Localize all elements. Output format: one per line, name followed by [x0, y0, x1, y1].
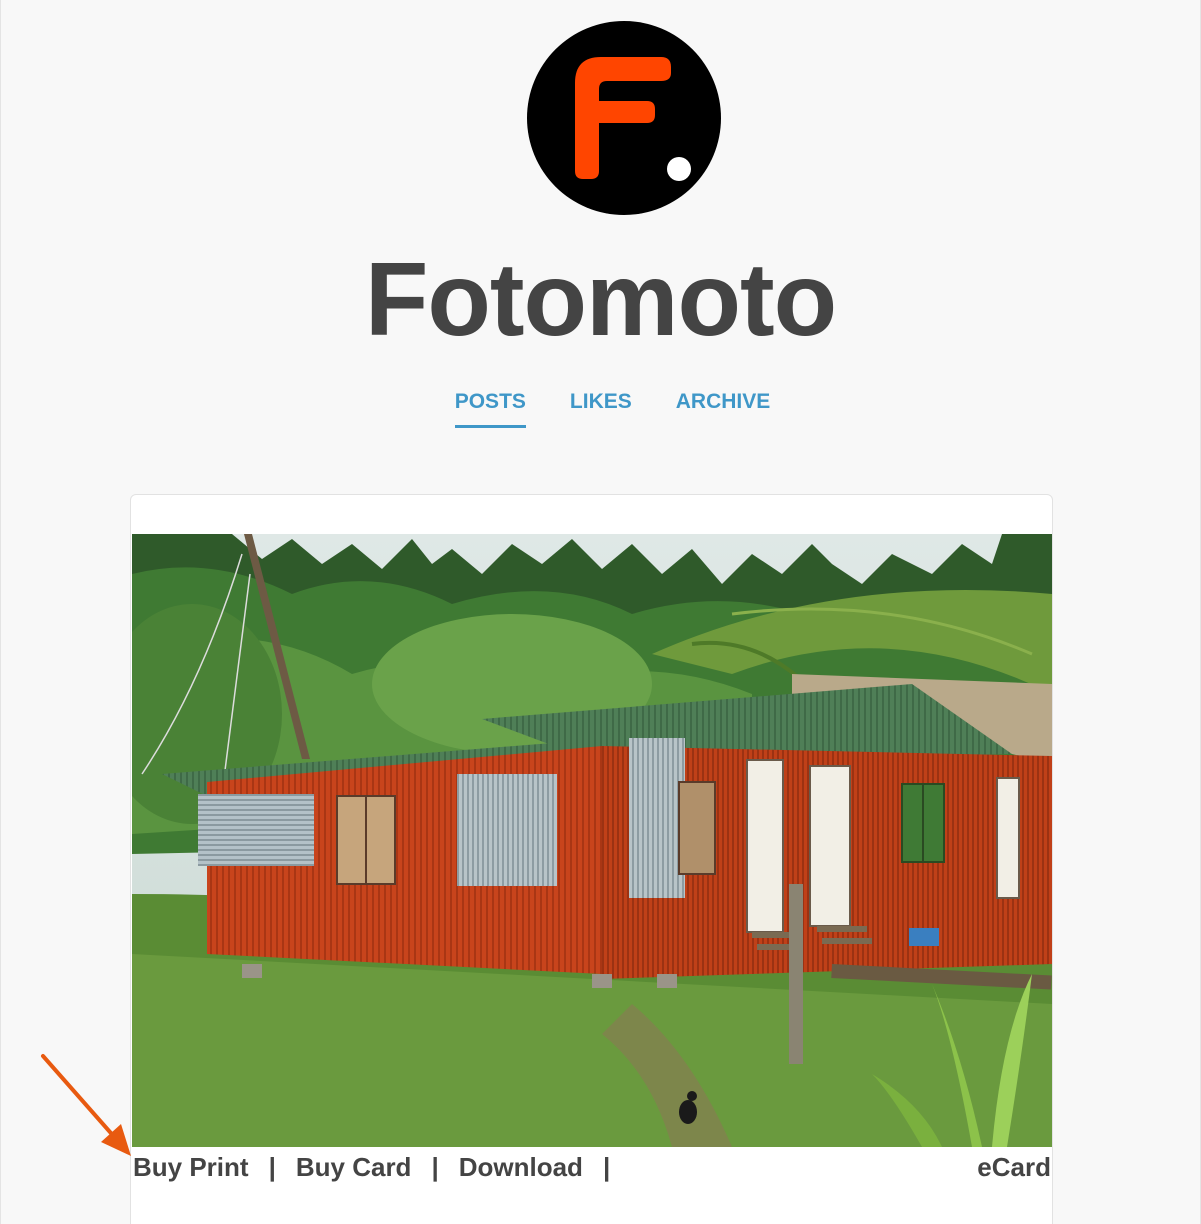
nav-posts[interactable]: POSTS	[454, 388, 526, 428]
separator: |	[602, 1152, 611, 1182]
buy-print-link[interactable]: Buy Print	[133, 1152, 249, 1182]
page: Fotomoto POSTS LIKES ARCHIVE Buy Print |…	[0, 0, 1201, 1224]
ecard-link[interactable]: eCard	[977, 1150, 1051, 1184]
nav-archive[interactable]: ARCHIVE	[676, 388, 771, 428]
separator: |	[268, 1152, 276, 1182]
download-link[interactable]: Download	[459, 1152, 583, 1182]
post-photo[interactable]	[132, 534, 1052, 1147]
nav-likes[interactable]: LIKES	[570, 388, 632, 428]
main-nav: POSTS LIKES ARCHIVE	[1, 388, 1200, 428]
photo-actions-bar: Buy Print | Buy Card | Download | eCard	[133, 1150, 1051, 1184]
orange-arrow-icon	[41, 1054, 131, 1156]
buy-card-link[interactable]: Buy Card	[296, 1152, 412, 1182]
separator: |	[431, 1152, 439, 1182]
post-card: Buy Print | Buy Card | Download | eCard	[130, 494, 1053, 1224]
site-title[interactable]: Fotomoto	[1, 240, 1200, 360]
fotomoto-logo-icon[interactable]	[527, 21, 721, 215]
